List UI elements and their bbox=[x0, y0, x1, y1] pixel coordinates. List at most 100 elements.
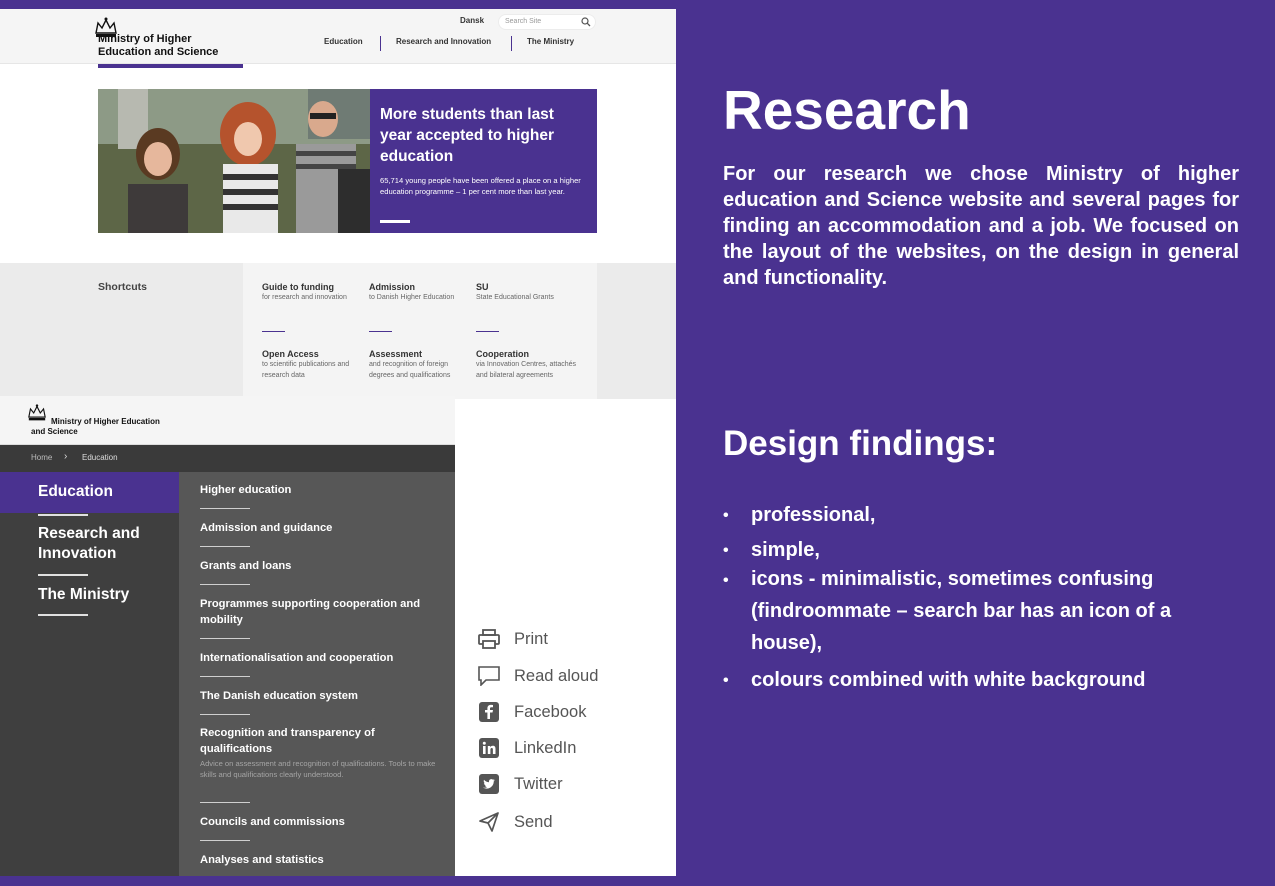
shortcut-title: Admission bbox=[369, 282, 416, 292]
shortcut-open-access[interactable]: Open Access to scientific publications a… bbox=[262, 349, 366, 381]
shortcut-subtitle: for research and innovation bbox=[262, 294, 347, 301]
finding-text: icons - minimalistic, sometimes confusin… bbox=[751, 568, 1172, 654]
hero-photo bbox=[98, 89, 370, 233]
section-nav-divider bbox=[38, 574, 88, 576]
education-submenu: Higher education Admission and guidance … bbox=[179, 472, 455, 876]
shortcut-subtitle: to scientific publications and research … bbox=[262, 361, 350, 379]
shortcut-admission[interactable]: Admission to Danish Higher Education bbox=[369, 282, 473, 303]
shortcut-title: Open Access bbox=[262, 349, 319, 359]
search-placeholder: Search Site bbox=[505, 18, 542, 25]
nav-divider bbox=[511, 36, 512, 51]
nav-divider bbox=[380, 36, 381, 51]
submenu-divider bbox=[200, 676, 250, 677]
share-send[interactable]: Send bbox=[478, 811, 553, 833]
share-label: Send bbox=[514, 812, 553, 831]
send-icon bbox=[478, 811, 500, 833]
shortcut-title: Cooperation bbox=[476, 349, 529, 359]
students-photo-illustration bbox=[98, 89, 370, 233]
shortcut-title: Assessment bbox=[369, 349, 423, 359]
search-input[interactable]: Search Site bbox=[498, 14, 596, 30]
submenu-grants-loans[interactable]: Grants and loans bbox=[200, 558, 445, 574]
share-label: Twitter bbox=[514, 774, 563, 793]
submenu-divider bbox=[200, 714, 250, 715]
shortcut-cooperation[interactable]: Cooperation via Innovation Centres, atta… bbox=[476, 349, 580, 381]
share-read-aloud[interactable]: Read aloud bbox=[478, 665, 598, 687]
finding-text: simple, bbox=[751, 539, 820, 561]
share-twitter[interactable]: Twitter bbox=[478, 773, 563, 795]
bullet-dot-icon: • bbox=[723, 542, 729, 559]
hero-title[interactable]: More students than last year accepted to… bbox=[380, 104, 590, 167]
shortcut-su[interactable]: SU State Educational Grants bbox=[476, 282, 580, 303]
breadcrumb-home[interactable]: Home bbox=[31, 453, 52, 462]
nav-education[interactable]: Education bbox=[324, 37, 363, 46]
education-page-logo-text[interactable]: Ministry of Higher Education and Science bbox=[31, 417, 160, 437]
twitter-icon bbox=[478, 773, 500, 795]
submenu-programmes-cooperation[interactable]: Programmes supporting cooperation and mo… bbox=[200, 596, 445, 628]
share-label: Read aloud bbox=[514, 666, 599, 685]
share-label: Facebook bbox=[514, 702, 587, 721]
speech-bubble-icon bbox=[478, 665, 500, 687]
nav-the-ministry[interactable]: The Ministry bbox=[527, 37, 574, 46]
section-nav-education[interactable]: Education bbox=[38, 482, 113, 502]
share-label: LinkedIn bbox=[514, 738, 577, 757]
share-label: Print bbox=[514, 629, 548, 648]
submenu-divider bbox=[200, 638, 250, 639]
design-findings-heading: Design findings: bbox=[723, 424, 998, 463]
search-icon[interactable] bbox=[581, 17, 591, 27]
submenu-recognition-description: Advice on assessment and recognition of … bbox=[200, 759, 436, 779]
finding-text: colours combined with white background bbox=[751, 669, 1146, 691]
shortcuts-title: Shortcuts bbox=[98, 281, 148, 293]
shortcut-subtitle: State Educational Grants bbox=[476, 294, 554, 301]
submenu-analyses-statistics[interactable]: Analyses and statistics bbox=[200, 852, 445, 868]
nav-research-innovation[interactable]: Research and Innovation bbox=[396, 37, 491, 46]
linkedin-icon bbox=[478, 737, 500, 759]
finding-text: professional, bbox=[751, 504, 876, 526]
share-linkedin[interactable]: LinkedIn bbox=[478, 737, 576, 759]
print-icon bbox=[478, 628, 500, 650]
section-nav-the-ministry[interactable]: The Ministry bbox=[38, 585, 129, 605]
shortcut-subtitle: via Innovation Centres, attachés and bil… bbox=[476, 361, 577, 379]
section-nav: Education Research and Innovation The Mi… bbox=[0, 472, 179, 876]
shortcut-title: Guide to funding bbox=[262, 282, 334, 292]
shortcut-assessment[interactable]: Assessment and recognition of foreign de… bbox=[369, 349, 473, 381]
language-link[interactable]: Dansk bbox=[460, 16, 484, 25]
shortcut-title: SU bbox=[476, 282, 489, 292]
submenu-recognition-transparency[interactable]: Recognition and transparency of qualific… bbox=[200, 725, 420, 757]
education-page-screenshot: Ministry of Higher Education and Science… bbox=[0, 396, 455, 876]
submenu-divider bbox=[200, 840, 250, 841]
shortcut-divider bbox=[476, 331, 499, 332]
submenu-divider bbox=[200, 802, 250, 803]
hero-news-panel[interactable]: More students than last year accepted to… bbox=[370, 89, 597, 233]
site-logo-text[interactable]: Ministry of Higher Education and Science bbox=[98, 33, 218, 59]
submenu-internationalisation[interactable]: Internationalisation and cooperation bbox=[200, 650, 445, 666]
submenu-admission-guidance[interactable]: Admission and guidance bbox=[200, 520, 445, 536]
active-section-underline bbox=[98, 64, 243, 68]
research-paragraph: For our research we chose Ministry of hi… bbox=[723, 163, 1239, 289]
shortcut-divider bbox=[262, 331, 285, 332]
bullet-dot-icon: • bbox=[723, 672, 729, 689]
submenu-councils-commissions[interactable]: Councils and commissions bbox=[200, 814, 445, 830]
shortcut-guide-to-funding[interactable]: Guide to funding for research and innova… bbox=[262, 282, 366, 303]
share-print[interactable]: Print bbox=[478, 628, 548, 650]
section-nav-research-innovation[interactable]: Research and Innovation bbox=[38, 524, 168, 564]
submenu-divider bbox=[200, 508, 250, 509]
shortcut-divider bbox=[369, 331, 392, 332]
section-nav-divider bbox=[38, 614, 88, 616]
submenu-divider bbox=[200, 584, 250, 585]
bullet-dot-icon: • bbox=[723, 572, 729, 589]
chevron-right-icon: › bbox=[64, 451, 68, 462]
site-header: Ministry of Higher Education and Science… bbox=[0, 9, 676, 64]
breadcrumb-current: Education bbox=[82, 453, 118, 462]
breadcrumb: Home › Education bbox=[0, 445, 455, 472]
share-facebook[interactable]: Facebook bbox=[478, 701, 586, 723]
facebook-icon bbox=[478, 701, 500, 723]
screenshot-collage: Ministry of Higher Education and Science… bbox=[0, 9, 676, 876]
section-nav-divider bbox=[38, 514, 88, 516]
hero-text: 65,714 young people have been offered a … bbox=[380, 176, 581, 196]
submenu-divider bbox=[200, 546, 250, 547]
research-heading: Research bbox=[723, 79, 971, 141]
submenu-danish-education-system[interactable]: The Danish education system bbox=[200, 688, 445, 704]
shortcut-subtitle: to Danish Higher Education bbox=[369, 294, 455, 301]
submenu-higher-education[interactable]: Higher education bbox=[200, 482, 445, 498]
hero-accent-bar bbox=[380, 220, 410, 223]
